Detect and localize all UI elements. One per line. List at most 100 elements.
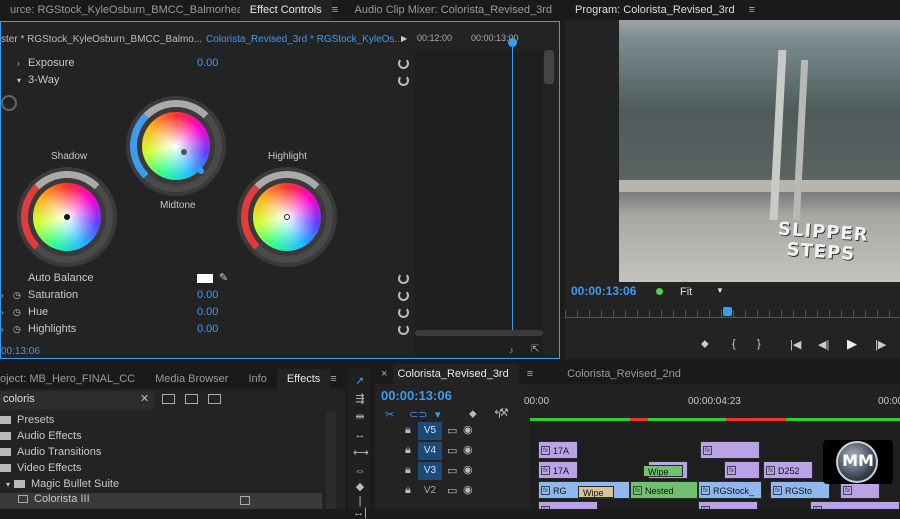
reset-icon[interactable] (398, 273, 409, 284)
reset-icon[interactable] (398, 324, 409, 335)
h-scrollbar[interactable] (415, 330, 543, 336)
rate-stretch-tool-icon[interactable]: ↔ (353, 429, 367, 441)
stopwatch-icon[interactable]: ◷ (13, 304, 21, 321)
stopwatch-icon[interactable]: ◷ (13, 321, 21, 338)
timeline-timecode[interactable]: 00:00:13:06 (381, 388, 452, 403)
ec-timecode[interactable]: 00:13:06 (1, 346, 40, 357)
program-scrubber[interactable] (565, 310, 900, 318)
slip-tool-icon[interactable]: ⟷ (353, 447, 369, 459)
audio-icon[interactable]: ♪ (509, 345, 514, 355)
sync-lock-icon[interactable]: ▭ (447, 424, 457, 437)
track-target-v5[interactable]: V5 (418, 422, 442, 440)
track-target-v3[interactable]: V3 (418, 462, 442, 480)
tab-media-browser[interactable]: Media Browser (145, 369, 238, 389)
exposure-value[interactable]: 0.00 (197, 55, 218, 72)
settings-wrench-icon[interactable]: ⚒ (499, 406, 509, 419)
sync-lock-icon[interactable]: ▭ (447, 484, 457, 497)
list-item[interactable]: Video Effects (0, 462, 81, 474)
list-item[interactable]: Presets (0, 414, 54, 426)
chevron-right-icon[interactable]: › (17, 55, 20, 72)
program-video-frame[interactable]: SLIPPER STEPS (619, 20, 900, 282)
eye-icon[interactable]: ◉ (463, 483, 473, 496)
reset-icon[interactable] (398, 75, 409, 86)
sync-lock-icon[interactable]: ▭ (447, 464, 457, 477)
play-only-icon[interactable]: ▶ (401, 34, 407, 43)
program-title[interactable]: Program: Colorista_Revised_3rd (565, 0, 745, 20)
slide-tool-icon[interactable]: ⇔ (353, 465, 367, 477)
shadow-wheel[interactable] (17, 167, 117, 267)
tab-source[interactable]: urce: RGStock_KyleOsburn_BMCC_Balmorhea_… (0, 0, 240, 20)
lock-icon[interactable]: 🔒︎ (405, 484, 411, 497)
clip[interactable]: fx D252 (763, 461, 813, 479)
time-ruler[interactable]: 00:00 00:00:04:23 00:00 (524, 384, 900, 424)
chevron-down-icon[interactable]: ▾ (17, 72, 21, 89)
tab-project[interactable]: oject: MB_Hero_FINAL_CC (0, 369, 145, 389)
lock-icon[interactable]: 🔒︎ (405, 424, 411, 437)
tab-effects[interactable]: Effects (276, 369, 331, 389)
mark-in-icon[interactable]: ⬥ (701, 338, 709, 351)
step-forward-icon[interactable]: |▶ (875, 338, 886, 351)
panel-menu-icon[interactable]: ≡ (332, 4, 345, 16)
stopwatch-icon[interactable]: ◷ (13, 287, 21, 304)
tab-audio-clip-mixer[interactable]: Audio Clip Mixer: Colorista_Revised_3rd (345, 0, 562, 20)
color-swatch[interactable] (197, 274, 213, 283)
highlights-value[interactable]: 0.00 (197, 321, 218, 338)
clip[interactable]: fx Nested (630, 481, 698, 499)
clip[interactable]: fx 17A (538, 461, 578, 479)
ec-scrollbar[interactable] (544, 50, 554, 84)
lock-icon[interactable]: 🔒︎ (405, 464, 411, 477)
chevron-right-icon[interactable]: › (1, 304, 4, 321)
snap-icon[interactable]: ✂ (385, 408, 394, 421)
playhead-line[interactable] (512, 40, 513, 330)
clip[interactable]: fx (724, 461, 760, 479)
clip[interactable]: fx RGStock_ (698, 481, 762, 499)
chevron-right-icon[interactable]: › (1, 321, 4, 338)
reset-icon[interactable] (398, 307, 409, 318)
hue-value[interactable]: 0.00 (197, 304, 218, 321)
mark-out-bracket-icon[interactable]: } (757, 338, 761, 350)
track-target-v2[interactable]: V2 (418, 482, 442, 500)
add-marker-icon[interactable]: ▾ (435, 408, 441, 421)
eye-icon[interactable]: ◉ (463, 443, 473, 456)
panel-menu-icon[interactable]: ≡ (330, 373, 336, 385)
master-clip-label[interactable]: ster * RGStock_KyleOsburn_BMCC_Balmo... (1, 34, 202, 45)
reset-icon[interactable] (398, 58, 409, 69)
selection-tool-icon[interactable]: ➚ (353, 375, 367, 387)
tab-sequence-other[interactable]: Colorista_Revised_2nd (557, 364, 691, 384)
search-input[interactable]: coloris ✕ (0, 391, 155, 409)
linked-selection-icon[interactable]: ⊂⊃ (409, 408, 427, 421)
marker-icon[interactable]: ⬥ (469, 408, 477, 421)
eyedropper-icon[interactable]: ✎ (219, 270, 228, 287)
clip[interactable]: Wipe (578, 486, 614, 498)
clip[interactable]: fx RGSto (770, 481, 830, 499)
panel-menu-icon[interactable]: ≡ (749, 4, 755, 16)
pen-tool-icon[interactable]: |↔| (353, 495, 367, 519)
sync-lock-icon[interactable]: ▭ (447, 444, 457, 457)
stopwatch-icon[interactable] (1, 95, 17, 111)
track-target-v4[interactable]: V4 (418, 442, 442, 460)
export-icon[interactable]: ⇱ (531, 344, 539, 355)
razor-tool-icon[interactable]: ◆ (353, 481, 367, 493)
tab-effect-controls[interactable]: Effect Controls (239, 0, 332, 20)
clip[interactable]: fx (700, 441, 760, 459)
reset-icon[interactable] (398, 290, 409, 301)
panel-menu-icon[interactable]: ≡ (527, 368, 533, 380)
clip[interactable]: fx (698, 501, 758, 509)
eye-icon[interactable]: ◉ (463, 423, 473, 436)
accelerated-effects-icon[interactable] (162, 394, 175, 404)
clip-label[interactable]: Colorista_Revised_3rd * RGStock_KyleOs..… (206, 34, 403, 45)
chevron-right-icon[interactable]: › (1, 287, 4, 304)
list-item-selected[interactable]: Colorista III (0, 493, 322, 509)
clear-icon[interactable]: ✕ (140, 392, 149, 405)
clip[interactable]: fx 17A (538, 441, 578, 459)
list-item[interactable]: Audio Transitions (0, 446, 101, 458)
tab-info[interactable]: Info (238, 369, 276, 389)
track-select-tool-icon[interactable]: ⇶ (353, 393, 367, 405)
program-timecode[interactable]: 00:00:13:06 (571, 284, 636, 298)
ripple-edit-tool-icon[interactable]: ⇹ (353, 411, 367, 423)
yuv-effects-icon[interactable] (208, 394, 221, 404)
tab-sequence-active[interactable]: Colorista_Revised_3rd (393, 364, 519, 384)
list-item[interactable]: ▾ Magic Bullet Suite (6, 478, 119, 490)
effects-scrollbar[interactable] (326, 411, 336, 509)
go-to-in-icon[interactable]: |◀ (790, 338, 801, 351)
